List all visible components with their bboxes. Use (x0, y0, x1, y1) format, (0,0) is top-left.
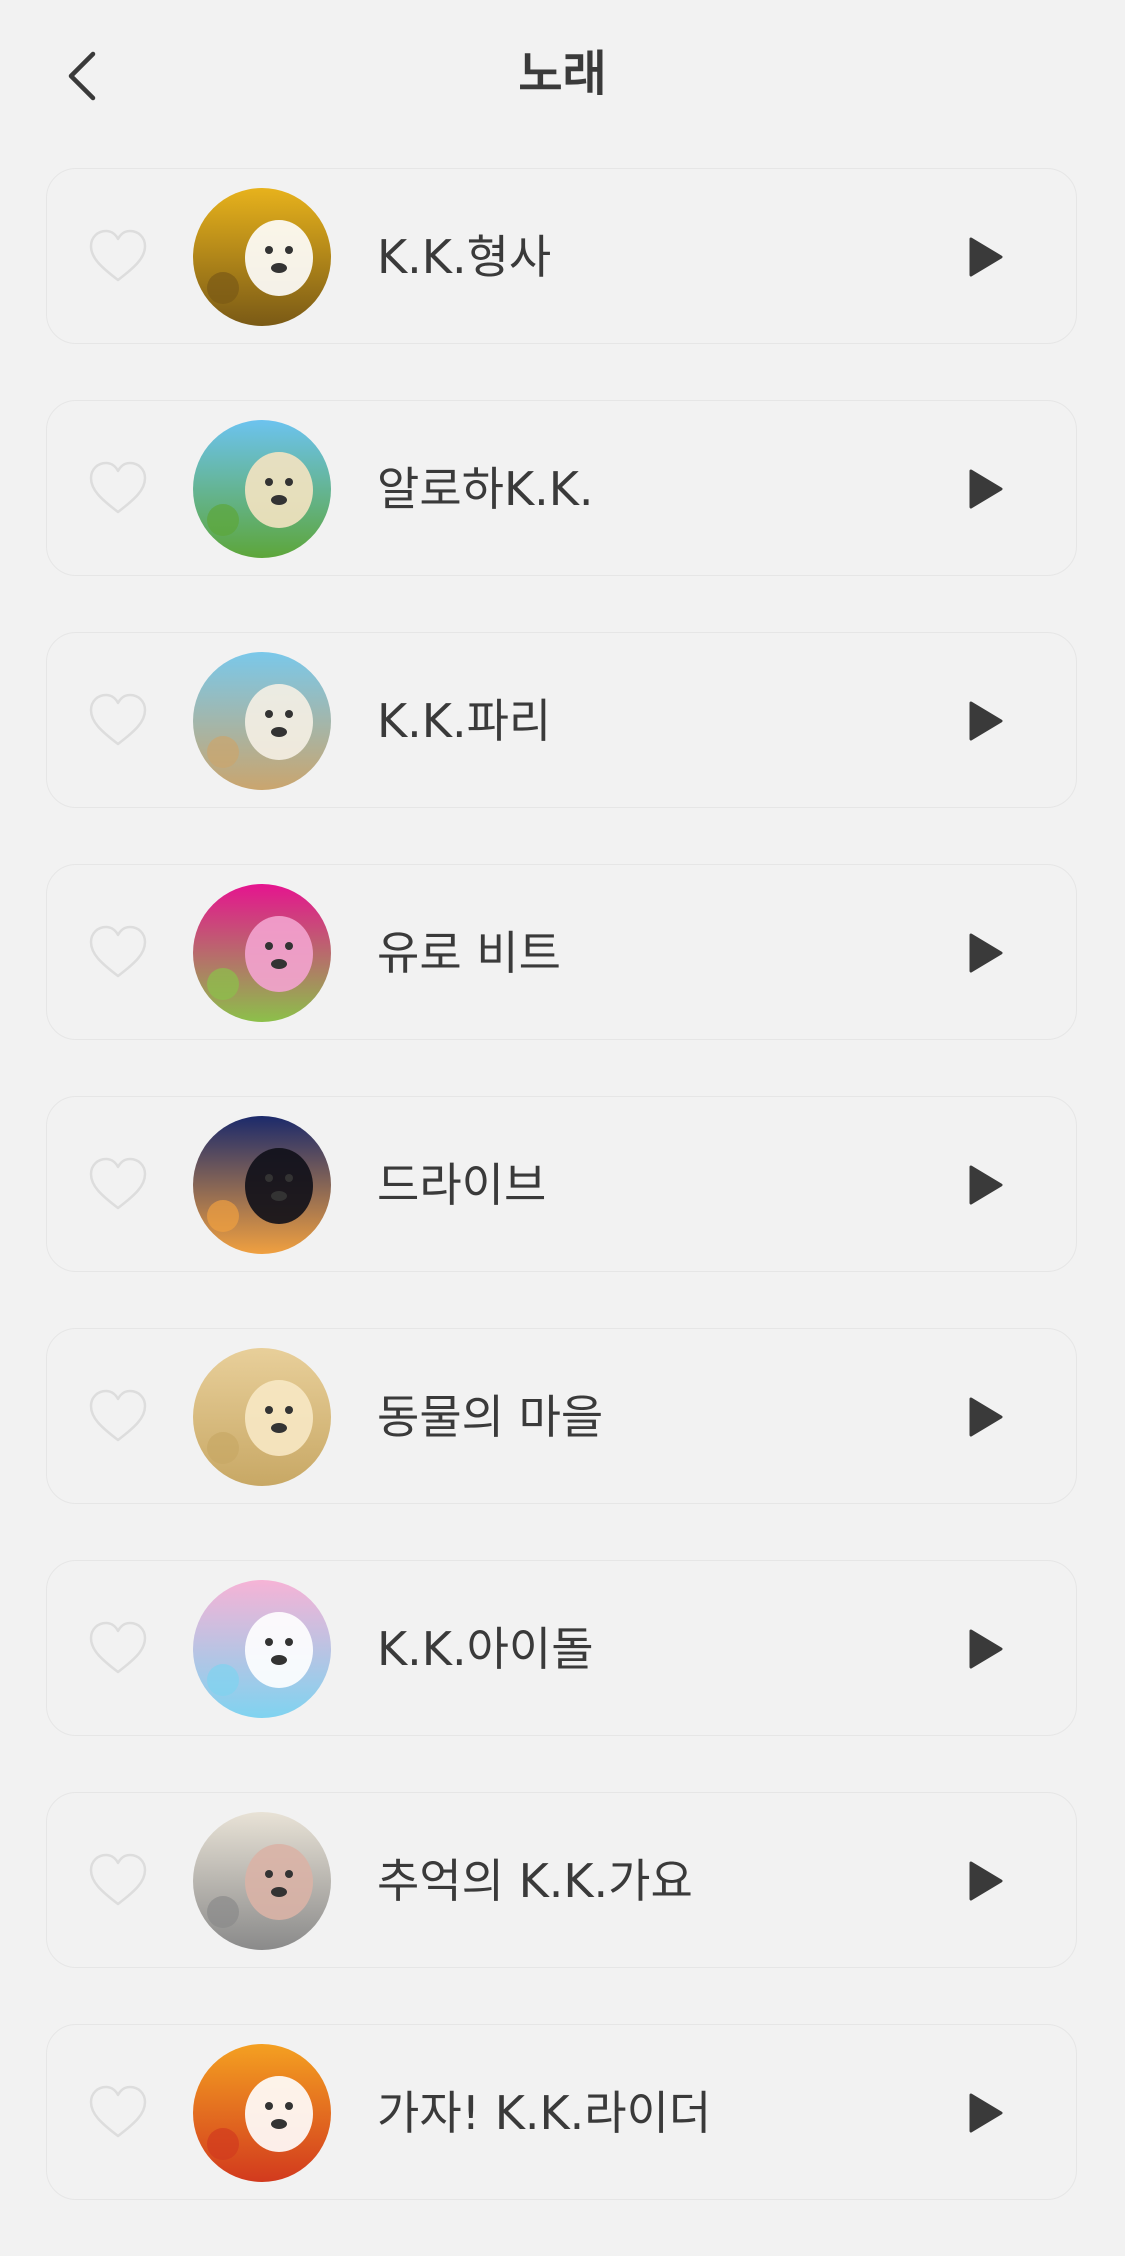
album-cover-image (193, 884, 331, 1022)
song-title: 알로하K.K. (377, 462, 594, 516)
song-card[interactable]: K.K.형사 (46, 168, 1077, 344)
song-title: K.K.형사 (377, 230, 552, 284)
song-title: K.K.파리 (377, 694, 552, 748)
favorite-button[interactable] (87, 1851, 149, 1909)
page-title: 노래 (518, 46, 607, 102)
song-card[interactable]: 가자! K.K.라이더 (46, 2024, 1077, 2200)
play-button[interactable] (957, 1621, 1013, 1677)
play-icon (969, 1397, 1003, 1437)
favorite-button[interactable] (87, 691, 149, 749)
album-cover-image (193, 1348, 331, 1486)
play-button[interactable] (957, 1157, 1013, 1213)
song-title: 유로 비트 (377, 926, 561, 980)
play-icon (969, 701, 1003, 741)
song-card[interactable]: 추억의 K.K.가요 (46, 1792, 1077, 1968)
play-icon (969, 237, 1003, 277)
album-cover-image (193, 420, 331, 558)
album-cover-image (193, 1580, 331, 1718)
play-icon (969, 469, 1003, 509)
heart-icon (89, 1157, 147, 1210)
album-cover-image (193, 652, 331, 790)
song-title: 동물의 마을 (377, 1390, 604, 1444)
favorite-button[interactable] (87, 459, 149, 517)
favorite-button[interactable] (87, 1619, 149, 1677)
song-title: 가자! K.K.라이더 (377, 2086, 712, 2140)
header: 노래 (0, 0, 1125, 150)
favorite-button[interactable] (87, 2083, 149, 2141)
play-button[interactable] (957, 1389, 1013, 1445)
favorite-button[interactable] (87, 1387, 149, 1445)
album-cover-image (193, 2044, 331, 2182)
play-icon (969, 2093, 1003, 2133)
song-card[interactable]: 알로하K.K. (46, 400, 1077, 576)
heart-icon (89, 2085, 147, 2138)
play-icon (969, 1629, 1003, 1669)
favorite-button[interactable] (87, 1155, 149, 1213)
play-button[interactable] (957, 229, 1013, 285)
song-card[interactable]: 동물의 마을 (46, 1328, 1077, 1504)
album-cover-image (193, 1116, 331, 1254)
heart-icon (89, 229, 147, 282)
album-cover-image (193, 1812, 331, 1950)
play-button[interactable] (957, 693, 1013, 749)
heart-icon (89, 1853, 147, 1906)
heart-icon (89, 1621, 147, 1674)
favorite-button[interactable] (87, 923, 149, 981)
heart-icon (89, 693, 147, 746)
favorite-button[interactable] (87, 227, 149, 285)
play-button[interactable] (957, 461, 1013, 517)
play-button[interactable] (957, 1853, 1013, 1909)
play-icon (969, 933, 1003, 973)
song-card[interactable]: 드라이브 (46, 1096, 1077, 1272)
heart-icon (89, 1389, 147, 1442)
heart-icon (89, 925, 147, 978)
song-card[interactable]: K.K.파리 (46, 632, 1077, 808)
heart-icon (89, 461, 147, 514)
play-button[interactable] (957, 925, 1013, 981)
song-card[interactable]: 유로 비트 (46, 864, 1077, 1040)
song-card[interactable]: K.K.아이돌 (46, 1560, 1077, 1736)
song-title: 드라이브 (377, 1158, 547, 1212)
song-list: K.K.형사 알로하K.K. K.K.파리 유로 비트 드라이브 동물의 마을 … (46, 168, 1079, 2256)
song-title: 추억의 K.K.가요 (377, 1854, 693, 1908)
play-icon (969, 1861, 1003, 1901)
album-cover-image (193, 188, 331, 326)
song-title: K.K.아이돌 (377, 1622, 594, 1676)
play-button[interactable] (957, 2085, 1013, 2141)
play-icon (969, 1165, 1003, 1205)
